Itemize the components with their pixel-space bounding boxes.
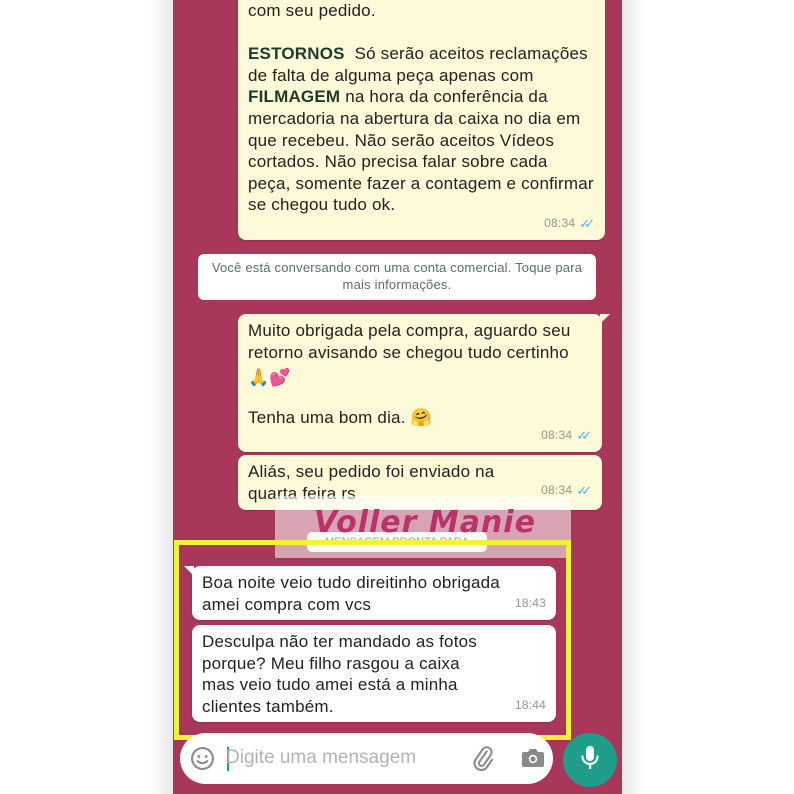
camera-icon[interactable] <box>521 747 545 774</box>
estornos-heading: ESTORNOS <box>248 44 345 64</box>
microphone-button[interactable] <box>563 733 617 787</box>
filmagem-emphasis: FILMAGEM <box>248 87 341 107</box>
outgoing-message-thanks[interactable]: Muito obrigada pela compra, aguardo seu … <box>238 314 610 452</box>
emoji-icon[interactable] <box>190 746 215 776</box>
message-meta: 08:34 ✓✓ <box>541 425 592 447</box>
paperclip-icon[interactable] <box>470 745 496 776</box>
message-text: ESTORNOS Só serão aceitos reclamações de… <box>248 43 595 216</box>
watermark-logo: Voller Manie <box>314 505 536 540</box>
message-text-line: com seu pedido. <box>248 1 376 20</box>
message-text: Muito obrigada pela compra, aguardo seu … <box>248 321 571 362</box>
double-check-icon: ✓✓ <box>576 428 592 444</box>
double-check-icon: ✓✓ <box>576 483 592 499</box>
message-time: 08:34 <box>541 428 573 443</box>
message-composer <box>180 733 553 784</box>
estornos-text-b: na hora da conferência da mercadoria na … <box>248 87 594 215</box>
highlight-frame <box>174 540 571 740</box>
microphone-icon <box>579 744 601 777</box>
message-input[interactable] <box>226 743 446 773</box>
left-edge-shadow <box>150 0 173 794</box>
message-time: 08:34 <box>544 216 576 231</box>
message-emojis: 🙏💕 <box>248 368 291 388</box>
outgoing-message-policy[interactable]: com seu pedido. ESTORNOS Só serão aceito… <box>238 0 605 240</box>
right-edge-shadow <box>622 0 645 794</box>
business-account-notice[interactable]: Você está conversando com uma conta come… <box>198 254 596 300</box>
message-meta: 08:34 ✓✓ <box>544 213 595 235</box>
double-check-icon: ✓✓ <box>579 216 595 232</box>
